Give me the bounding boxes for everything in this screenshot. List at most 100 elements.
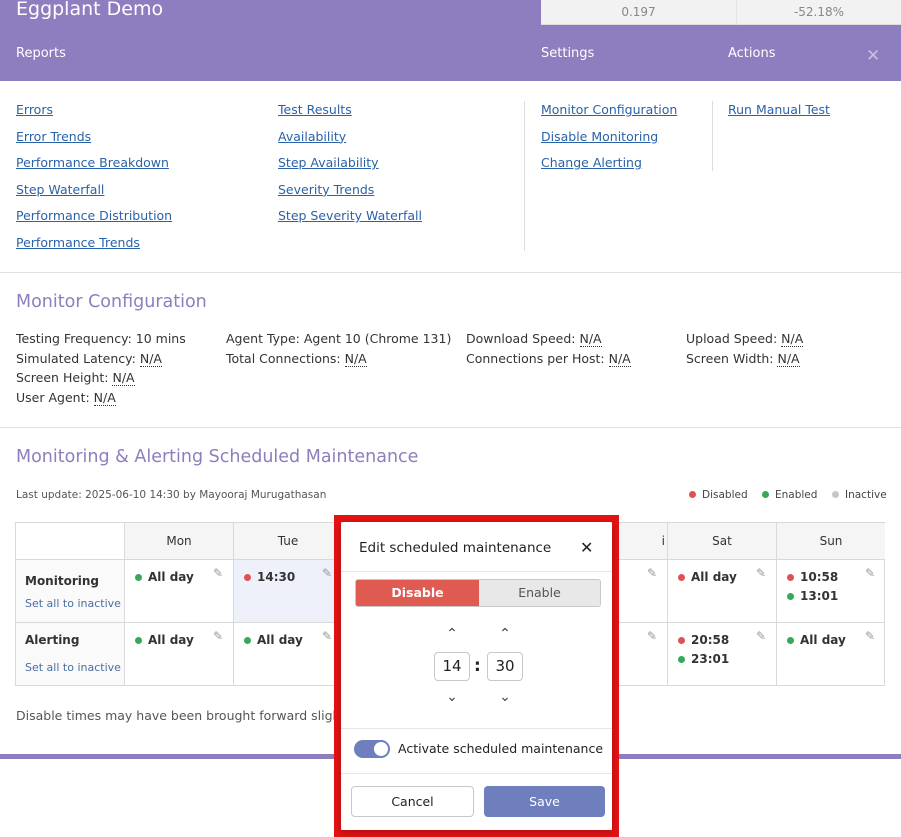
screen-height: Screen Height: N/A: [16, 370, 135, 386]
cell-sun-alerting[interactable]: All day ✎: [777, 623, 885, 685]
cell-mon-alerting[interactable]: All day ✎: [125, 623, 234, 685]
pencil-icon[interactable]: ✎: [865, 629, 877, 643]
screen-width: Screen Width: N/A: [686, 351, 800, 367]
close-icon[interactable]: ✕: [580, 538, 593, 557]
divider: [524, 101, 525, 251]
divider: [0, 272, 901, 273]
row-header-alerting: Alerting Set all to inactive: [16, 623, 125, 685]
disable-button[interactable]: Disable: [356, 580, 479, 606]
minute-input[interactable]: 30: [487, 652, 523, 681]
activate-toggle-label: Activate scheduled maintenance: [398, 741, 604, 756]
link-performance-breakdown[interactable]: Performance Breakdown: [16, 154, 172, 181]
menu-reports: Reports: [16, 46, 66, 61]
reports-column-1: Errors Error Trends Performance Breakdow…: [16, 101, 172, 261]
pencil-icon[interactable]: ✎: [322, 629, 334, 643]
link-performance-trends[interactable]: Performance Trends: [16, 234, 172, 261]
link-error-trends[interactable]: Error Trends: [16, 128, 172, 155]
links-panel: Errors Error Trends Performance Breakdow…: [0, 81, 901, 272]
disable-enable-toggle: Disable Enable: [355, 579, 601, 607]
set-all-inactive-alerting[interactable]: Set all to inactive: [25, 661, 121, 674]
hour-down-chevron-icon[interactable]: ⌄: [442, 689, 462, 705]
cell-sun-monitoring[interactable]: 10:58 13:01 ✎: [777, 560, 885, 623]
actions-column: Run Manual Test: [728, 101, 830, 128]
red-dot-icon: [787, 574, 794, 581]
red-dot-icon: [678, 637, 685, 644]
red-dot-icon: [689, 491, 696, 498]
hour-input[interactable]: 14: [434, 652, 470, 681]
menu-settings: Settings: [541, 46, 595, 61]
green-dot-icon: [135, 637, 142, 644]
red-dot-icon: [244, 574, 251, 581]
hour-up-chevron-icon[interactable]: ⌃: [442, 626, 462, 642]
app: Eggplant Demo 0.197 -52.18% Reports Sett…: [0, 0, 901, 837]
time-separator: :: [474, 656, 481, 676]
link-test-results[interactable]: Test Results: [278, 101, 422, 128]
simulated-latency: Simulated Latency: N/A: [16, 351, 162, 367]
pencil-icon[interactable]: ✎: [322, 566, 334, 580]
cell-mon-monitoring[interactable]: All day ✎: [125, 560, 234, 623]
testing-frequency: Testing Frequency: 10 mins: [16, 331, 186, 346]
minute-up-chevron-icon[interactable]: ⌃: [495, 626, 515, 642]
pencil-icon[interactable]: ✎: [647, 566, 659, 580]
link-step-severity-waterfall[interactable]: Step Severity Waterfall: [278, 207, 422, 234]
dialog-title: Edit scheduled maintenance: [359, 540, 552, 556]
close-icon[interactable]: ✕: [866, 46, 880, 66]
link-performance-distribution[interactable]: Performance Distribution: [16, 207, 172, 234]
user-agent: User Agent: N/A: [16, 390, 116, 406]
link-disable-monitoring[interactable]: Disable Monitoring: [541, 128, 677, 155]
link-change-alerting[interactable]: Change Alerting: [541, 154, 677, 181]
green-dot-icon: [762, 491, 769, 498]
pencil-icon[interactable]: ✎: [756, 566, 768, 580]
schedule-entry: All day: [135, 633, 194, 647]
row-label-alerting: Alerting: [25, 633, 80, 647]
legend-inactive: Inactive: [832, 489, 887, 501]
monitor-config-title: Monitor Configuration: [16, 292, 207, 312]
agent-type: Agent Type: Agent 10 (Chrome 131): [226, 331, 452, 346]
divider: [341, 571, 612, 572]
link-availability[interactable]: Availability: [278, 128, 422, 155]
divider: [341, 728, 612, 729]
green-dot-icon: [787, 637, 794, 644]
activate-toggle-switch[interactable]: [354, 740, 390, 758]
link-errors[interactable]: Errors: [16, 101, 172, 128]
pencil-icon[interactable]: ✎: [756, 629, 768, 643]
pencil-icon[interactable]: ✎: [865, 566, 877, 580]
divider: [341, 773, 612, 774]
app-title: Eggplant Demo: [16, 0, 164, 20]
pencil-icon[interactable]: ✎: [213, 566, 225, 580]
cancel-button[interactable]: Cancel: [351, 786, 474, 817]
stat-value-1: 0.197: [541, 0, 737, 25]
cell-sat-monitoring[interactable]: All day ✎: [668, 560, 777, 623]
link-monitor-configuration[interactable]: Monitor Configuration: [541, 101, 677, 128]
connections-per-host: Connections per Host: N/A: [466, 351, 631, 367]
green-dot-icon: [244, 637, 251, 644]
cell-tue-monitoring[interactable]: 14:30 ✎: [234, 560, 343, 623]
green-dot-icon: [678, 656, 685, 663]
link-step-waterfall[interactable]: Step Waterfall: [16, 181, 172, 208]
menu-actions: Actions: [728, 46, 776, 61]
reports-column-2: Test Results Availability Step Availabil…: [278, 101, 422, 234]
green-dot-icon: [787, 593, 794, 600]
save-button[interactable]: Save: [484, 786, 605, 817]
enable-button[interactable]: Enable: [479, 580, 600, 606]
grid-corner: [16, 523, 125, 560]
cell-tue-alerting[interactable]: All day ✎: [234, 623, 343, 685]
schedule-entry: 13:01: [787, 589, 838, 603]
schedule-entry: 20:58: [678, 633, 729, 647]
grey-dot-icon: [832, 491, 839, 498]
set-all-inactive-monitoring[interactable]: Set all to inactive: [25, 597, 121, 610]
link-step-availability[interactable]: Step Availability: [278, 154, 422, 181]
maintenance-title: Monitoring & Alerting Scheduled Maintena…: [16, 447, 419, 467]
day-header-mon: Mon: [125, 523, 234, 560]
total-connections: Total Connections: N/A: [226, 351, 367, 367]
schedule-entry: All day: [787, 633, 846, 647]
cell-sat-alerting[interactable]: 20:58 23:01 ✎: [668, 623, 777, 685]
link-run-manual-test[interactable]: Run Manual Test: [728, 101, 830, 128]
pencil-icon[interactable]: ✎: [213, 629, 225, 643]
link-severity-trends[interactable]: Severity Trends: [278, 181, 422, 208]
minute-down-chevron-icon[interactable]: ⌄: [495, 689, 515, 705]
divider: [0, 427, 901, 428]
pencil-icon[interactable]: ✎: [647, 629, 659, 643]
day-header-sat: Sat: [668, 523, 777, 560]
divider: [712, 101, 713, 171]
